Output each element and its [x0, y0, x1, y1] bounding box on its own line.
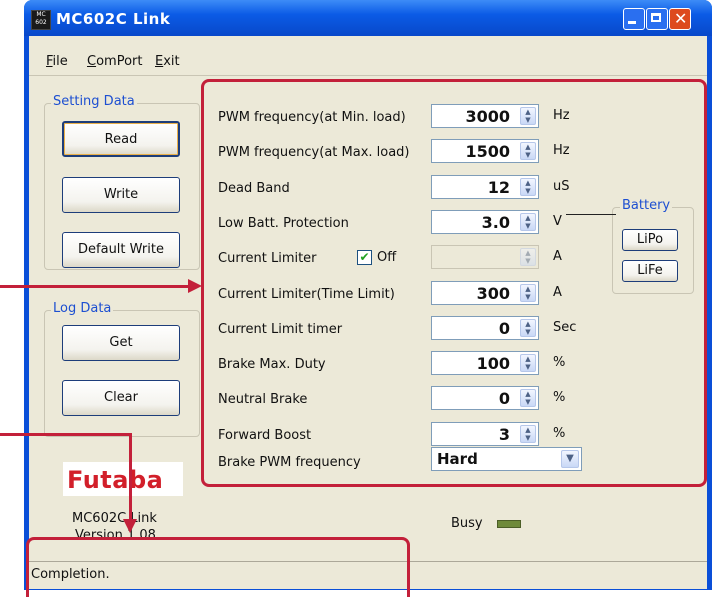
busy-label: Busy	[451, 516, 483, 531]
menu-file-label: ile	[52, 54, 68, 69]
menu-file[interactable]: File	[46, 54, 68, 69]
menu-comport[interactable]: ComPort	[87, 54, 142, 69]
annotation-arrow-line-2	[0, 433, 131, 436]
write-button[interactable]: Write	[62, 177, 180, 213]
close-icon: ✕	[674, 9, 688, 28]
menu-exit[interactable]: Exit	[155, 54, 180, 69]
futaba-logo: Futaba	[63, 462, 183, 496]
clear-button[interactable]: Clear	[62, 380, 180, 416]
futaba-logo-text: Futaba	[67, 466, 164, 494]
annotation-arrow-line-1	[0, 285, 196, 288]
menu-separator	[29, 75, 707, 76]
menu-exit-key: E	[155, 54, 164, 69]
settings-highlight-box	[201, 79, 707, 487]
app-icon[interactable]: MC 602	[31, 10, 51, 30]
annotation-arrow-line-3	[129, 433, 132, 519]
menu-comport-label: omPort	[96, 54, 143, 69]
maximize-icon	[651, 13, 661, 22]
annotation-arrow-head-2	[123, 519, 137, 533]
menu-exit-label: xit	[163, 54, 180, 69]
maximize-button[interactable]	[646, 8, 668, 30]
annotation-arrow-head-1	[188, 279, 202, 293]
app-icon-line1: MC	[36, 11, 46, 18]
app-icon-line2: 602	[35, 19, 47, 26]
close-button[interactable]: ✕	[669, 8, 691, 30]
default-write-button[interactable]: Default Write	[62, 232, 180, 268]
window-title: MC602C Link	[56, 10, 171, 28]
read-button[interactable]: Read	[62, 121, 180, 157]
setting-data-title: Setting Data	[51, 94, 137, 109]
menu-comport-key: C	[87, 54, 97, 69]
minimize-button[interactable]	[623, 8, 645, 30]
minimize-icon	[628, 21, 636, 24]
get-button[interactable]: Get	[62, 325, 180, 361]
status-highlight-box	[26, 537, 410, 597]
log-data-title: Log Data	[51, 301, 114, 316]
app-name-label: MC602C Link	[72, 511, 157, 526]
busy-indicator	[497, 520, 521, 528]
